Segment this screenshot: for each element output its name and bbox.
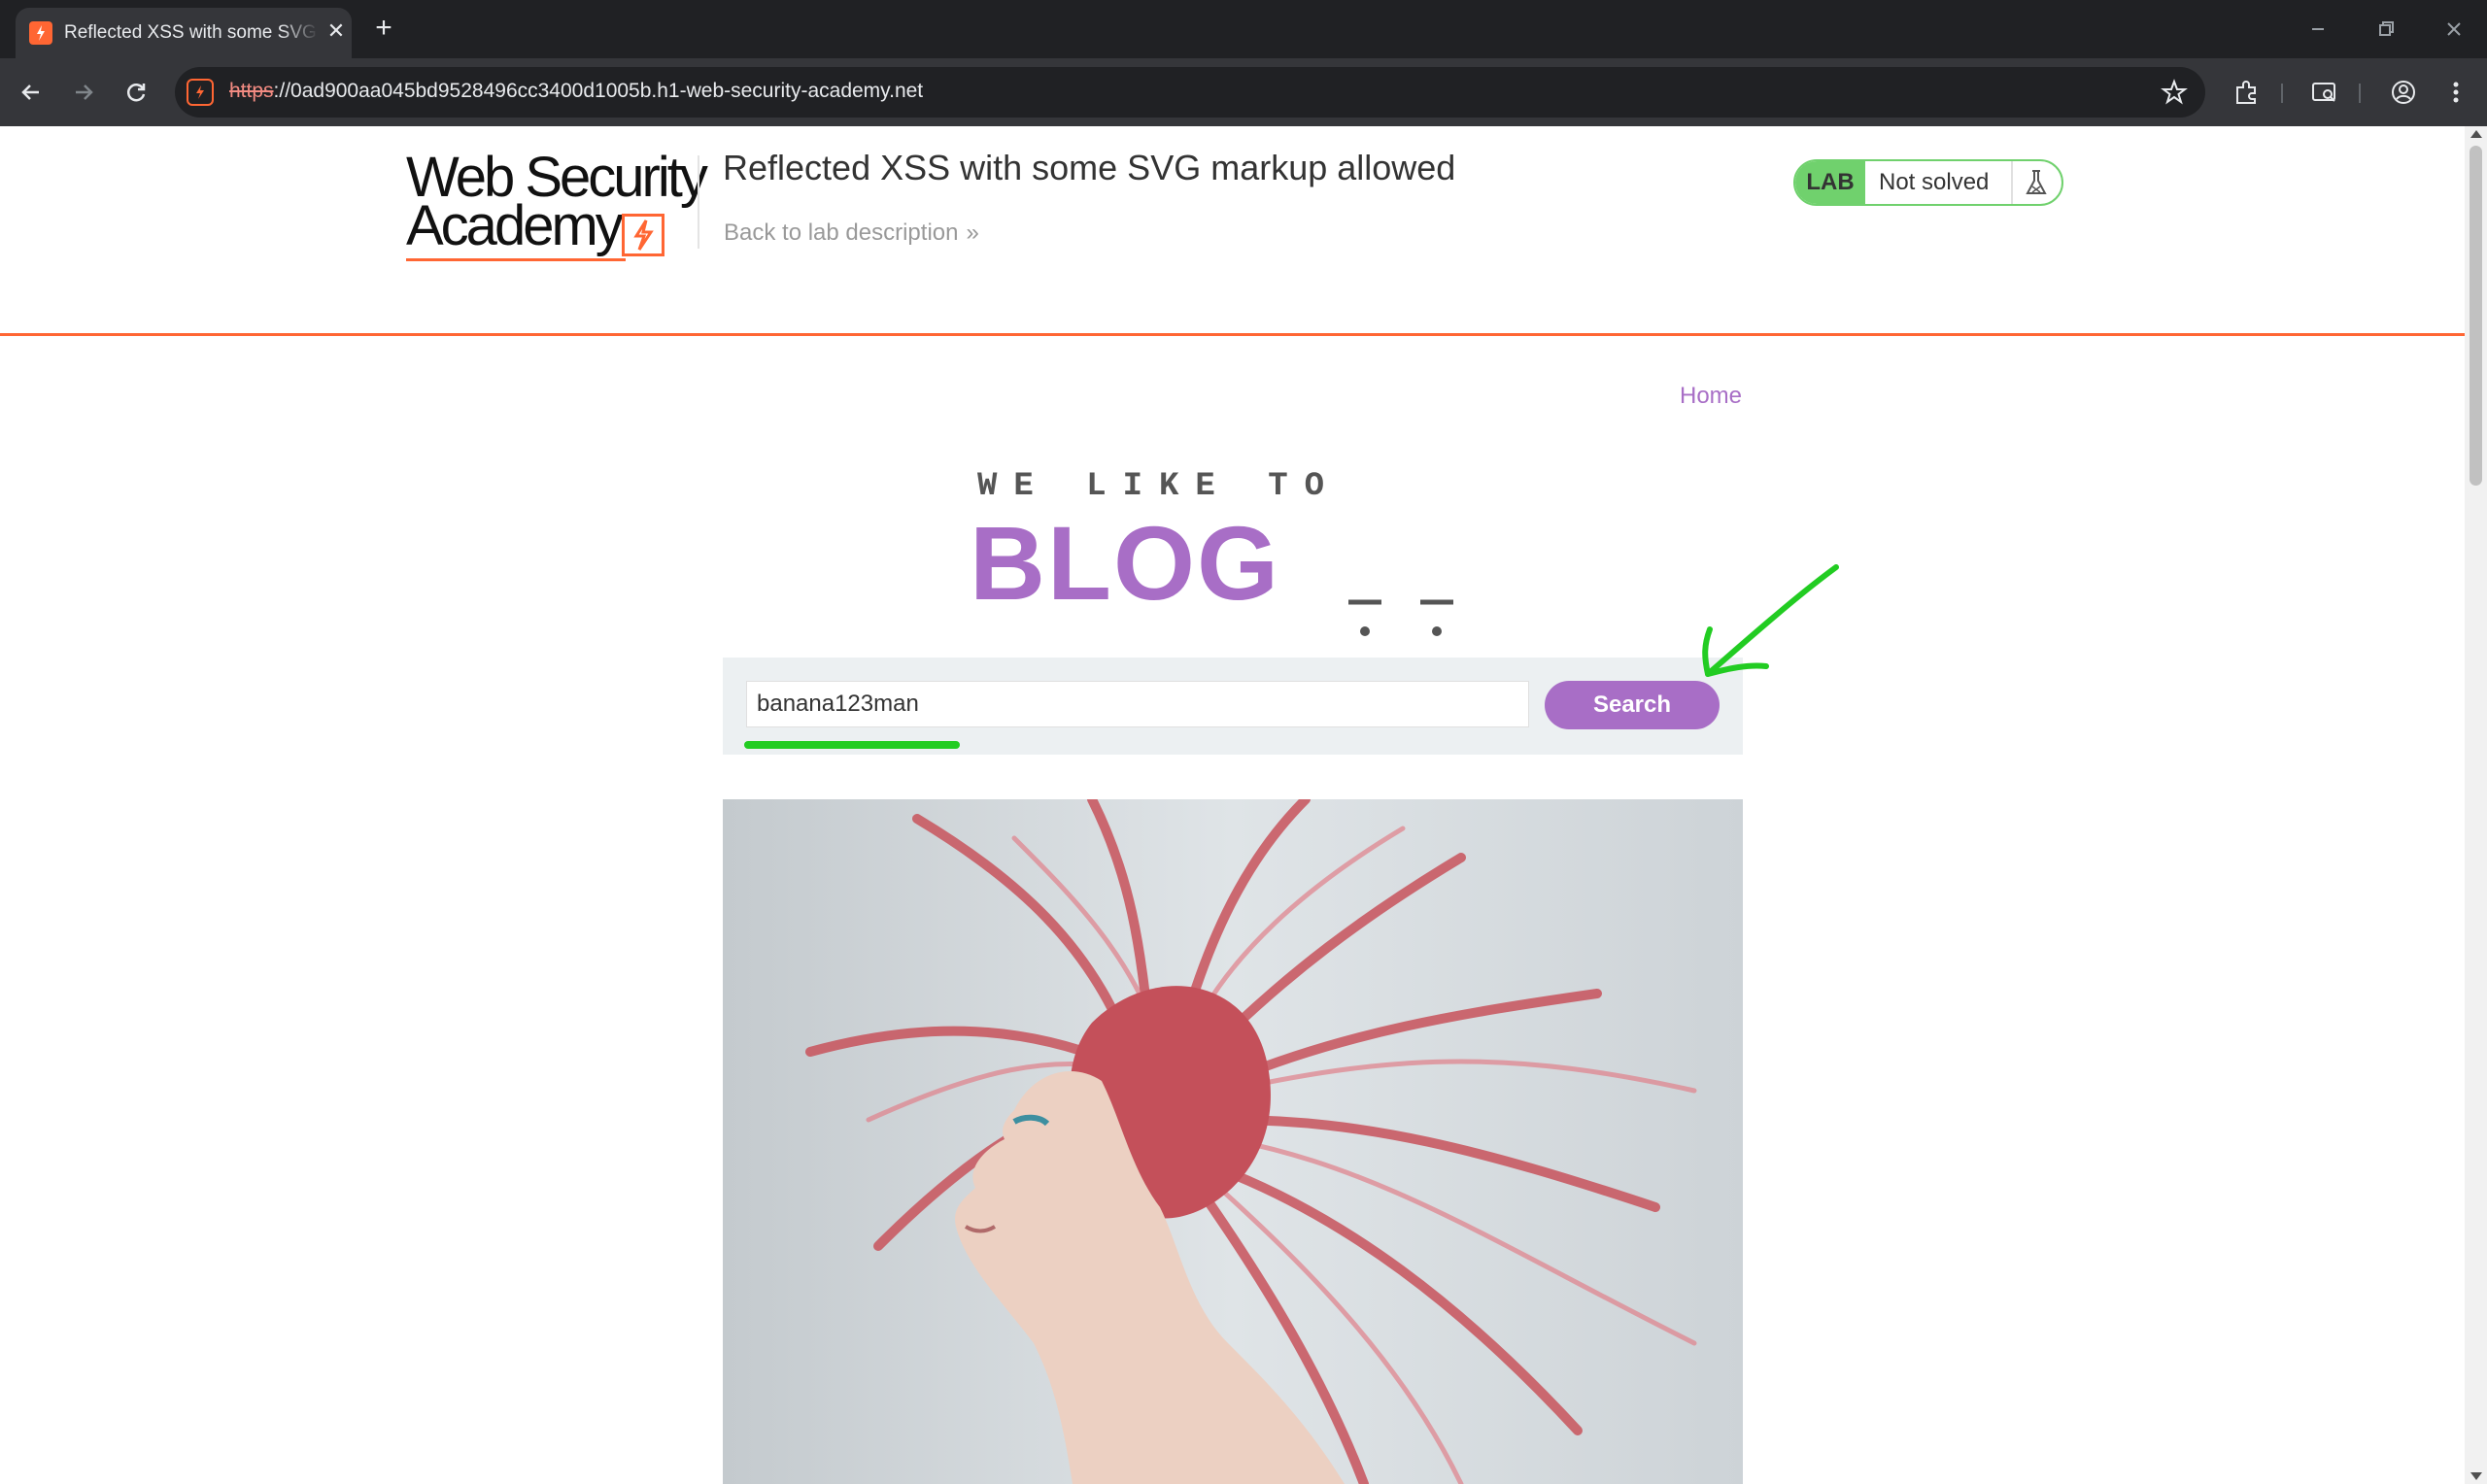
bookmark-star-icon[interactable]	[2161, 79, 2188, 106]
site-info-icon[interactable]	[187, 79, 214, 106]
url-text[interactable]: https://0ad900aa045bd9528496cc3400d1005b…	[229, 80, 923, 105]
back-to-lab-description-link[interactable]: Back to lab description »	[724, 219, 979, 247]
scrollbar-thumb[interactable]	[2470, 146, 2482, 486]
red-haired-woman-illustration	[723, 799, 1743, 1484]
lab-title: Reflected XSS with some SVG markup allow…	[723, 148, 1456, 187]
forward-icon[interactable]	[66, 75, 101, 110]
toolbar-separator	[2281, 84, 2283, 103]
banner-tagline: WE LIKE TO	[977, 468, 1342, 505]
lab-badge: LAB	[1795, 161, 1865, 204]
logo-underline	[406, 258, 626, 261]
web-security-academy-favicon-icon	[29, 21, 52, 45]
minimize-icon[interactable]	[2300, 12, 2335, 47]
close-window-icon[interactable]	[2436, 12, 2471, 47]
back-icon[interactable]	[14, 75, 49, 110]
double-chevron-right-icon: »	[966, 219, 979, 246]
web-page: Web Security Academy Reflected XSS with …	[0, 126, 2465, 1484]
tab-close-icon[interactable]: ✕	[324, 19, 348, 43]
nav-home-link[interactable]: Home	[1680, 383, 1742, 410]
logo-line2: Academy	[406, 194, 624, 257]
flask-icon	[2011, 161, 2061, 204]
blog-post-image[interactable]	[723, 799, 1743, 1484]
search-form: Search	[723, 658, 1743, 755]
browser-tab-strip: Reflected XSS with some SVG markup allow…	[0, 0, 2487, 58]
annotation-green-arrow-icon	[1702, 564, 1839, 677]
address-bar[interactable]: https://0ad900aa045bd9528496cc3400d1005b…	[175, 67, 2205, 118]
browser-toolbar: https://0ad900aa045bd9528496cc3400d1005b…	[0, 58, 2487, 126]
tab-title: Reflected XSS with some SVG markup allow…	[64, 22, 319, 43]
page-scrollbar[interactable]	[2465, 126, 2487, 1484]
search-input[interactable]	[746, 681, 1529, 727]
header-divider	[698, 155, 699, 249]
restore-icon[interactable]	[2368, 12, 2403, 47]
profile-icon[interactable]	[2386, 75, 2421, 110]
scroll-down-arrow-icon[interactable]	[2470, 1472, 2482, 1480]
browser-tab-active[interactable]: Reflected XSS with some SVG markup allow…	[16, 8, 352, 58]
back-link-label: Back to lab description	[724, 219, 959, 246]
lab-status-widget: LAB Not solved	[1793, 159, 2063, 206]
web-security-academy-logo[interactable]: Web Security Academy	[402, 150, 708, 262]
lab-status-text: Not solved	[1879, 169, 1990, 195]
extensions-icon[interactable]	[2229, 75, 2264, 110]
annotation-green-underline	[744, 741, 960, 749]
kebab-menu-icon[interactable]	[2438, 75, 2473, 110]
academy-lab-header: Web Security Academy Reflected XSS with …	[0, 126, 2465, 336]
reading-mode-icon[interactable]	[2306, 75, 2341, 110]
lightning-icon	[622, 214, 664, 256]
banner-title: BLOG	[970, 504, 1280, 622]
reload-icon[interactable]	[119, 75, 153, 110]
toolbar-separator	[2359, 84, 2361, 103]
scroll-up-arrow-icon[interactable]	[2470, 130, 2482, 138]
new-tab-icon[interactable]: +	[369, 14, 398, 43]
